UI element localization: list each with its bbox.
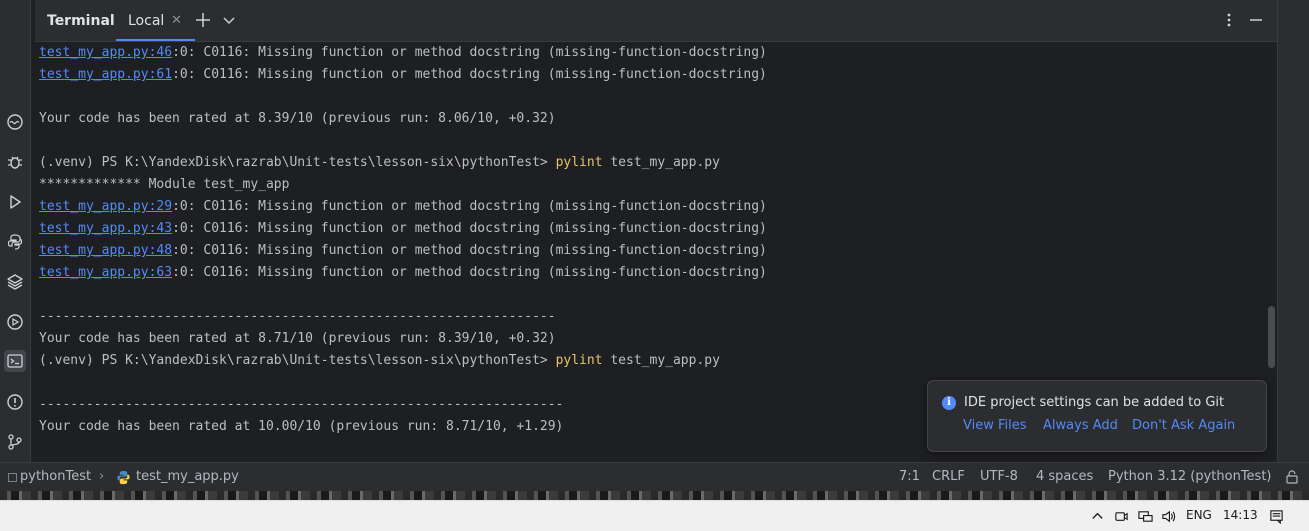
terminal-header: Terminal Local ✕: [35, 0, 1277, 42]
line-text: ----------------------------------------…: [39, 309, 556, 324]
file-link[interactable]: test_my_app.py:29: [39, 199, 172, 214]
breadcrumb-separator-icon: ›: [99, 469, 105, 484]
python-interpreter[interactable]: Python 3.12 (pythonTest): [1108, 469, 1272, 484]
system-taskbar: ENG 14:13: [0, 500, 1309, 531]
more-options-icon[interactable]: [1220, 11, 1238, 29]
project-icon: [8, 473, 17, 482]
terminal-line: ************* Module test_my_app: [39, 174, 289, 196]
terminal-line: ----------------------------------------…: [39, 394, 563, 416]
file-link[interactable]: test_my_app.py:63: [39, 265, 172, 280]
lock-icon[interactable]: [1285, 470, 1299, 488]
network-icon[interactable]: [1137, 508, 1153, 524]
line-text: :0: C0116: Missing function or method do…: [172, 199, 767, 214]
terminal-scrollbar[interactable]: [1268, 306, 1275, 368]
services-icon[interactable]: [4, 111, 26, 133]
terminal-line: ----------------------------------------…: [39, 306, 556, 328]
volume-icon[interactable]: [1160, 508, 1176, 524]
command-args: test_my_app.py: [602, 353, 720, 368]
line-text: ************* Module test_my_app: [39, 177, 290, 192]
terminal-line: test_my_app.py:46:0: C0116: Missing func…: [39, 42, 767, 64]
line-text: :0: C0116: Missing function or method do…: [172, 221, 767, 236]
breadcrumb-project[interactable]: pythonTest: [20, 469, 91, 484]
line-text: :0: C0116: Missing function or method do…: [172, 45, 767, 60]
terminal-line: test_my_app.py:61:0: C0116: Missing func…: [39, 64, 767, 86]
chevron-down-icon[interactable]: [220, 11, 238, 29]
services-run-icon[interactable]: [4, 311, 26, 333]
clock-time[interactable]: 14:13: [1223, 508, 1258, 522]
terminal-line: Your code has been rated at 8.39/10 (pre…: [39, 108, 556, 130]
shell-prompt: (.venv) PS K:\YandexDisk\razrab\Unit-tes…: [39, 155, 556, 170]
command-args: test_my_app.py: [602, 155, 720, 170]
view-files-link[interactable]: View Files: [963, 418, 1027, 433]
terminal-line: (.venv) PS K:\YandexDisk\razrab\Unit-tes…: [39, 350, 720, 372]
notifications-icon[interactable]: [1268, 508, 1284, 524]
file-link[interactable]: test_my_app.py:61: [39, 67, 172, 82]
line-text: :0: C0116: Missing function or method do…: [172, 67, 767, 82]
git-icon[interactable]: [4, 431, 26, 453]
info-icon: i: [942, 396, 956, 410]
terminal-line: Your code has been rated at 8.71/10 (pre…: [39, 328, 556, 350]
tab-local[interactable]: Local ✕: [116, 0, 195, 41]
caret-position[interactable]: 7:1: [899, 469, 920, 484]
debug-icon[interactable]: [4, 151, 26, 173]
file-encoding[interactable]: UTF-8: [980, 469, 1018, 484]
line-text: :0: C0116: Missing function or method do…: [172, 243, 767, 258]
problems-icon[interactable]: [4, 391, 26, 413]
line-ending[interactable]: CRLF: [932, 469, 965, 484]
chevron-up-icon[interactable]: [1089, 508, 1105, 524]
command-name: pylint: [555, 155, 603, 170]
right-tool-strip: [1277, 0, 1309, 462]
tab-label: Local: [128, 13, 165, 29]
terminal-line: test_my_app.py:29:0: C0116: Missing func…: [39, 196, 767, 218]
close-tab-icon[interactable]: ✕: [171, 13, 182, 28]
dont-ask-again-link[interactable]: Don't Ask Again: [1132, 418, 1235, 433]
line-text: ----------------------------------------…: [39, 397, 564, 412]
file-link[interactable]: test_my_app.py:46: [39, 45, 172, 60]
new-tab-icon[interactable]: [194, 11, 212, 29]
notification-message: IDE project settings can be added to Git: [964, 395, 1225, 410]
python-file-icon: [116, 470, 131, 489]
file-link[interactable]: test_my_app.py:48: [39, 243, 172, 258]
file-link[interactable]: test_my_app.py:43: [39, 221, 172, 236]
breadcrumb-file[interactable]: test_my_app.py: [136, 469, 239, 484]
line-text: Your code has been rated at 8.39/10 (pre…: [39, 111, 556, 126]
run-icon[interactable]: [4, 191, 26, 213]
line-text: Your code has been rated at 10.00/10 (pr…: [39, 419, 564, 434]
tool-window-title: Terminal: [47, 13, 115, 29]
indent-setting[interactable]: 4 spaces: [1036, 469, 1093, 484]
git-notification: i IDE project settings can be added to G…: [927, 380, 1267, 452]
python-console-icon[interactable]: [4, 231, 26, 253]
line-text: :0: C0116: Missing function or method do…: [172, 265, 767, 280]
minimize-icon[interactable]: [1247, 11, 1265, 29]
status-bar: pythonTest › test_my_app.py 7:1 CRLF UTF…: [0, 462, 1309, 492]
python-packages-icon[interactable]: [4, 271, 26, 293]
always-add-link[interactable]: Always Add: [1043, 418, 1118, 433]
line-text: Your code has been rated at 8.71/10 (pre…: [39, 331, 556, 346]
active-tab-indicator: [116, 39, 195, 41]
left-tool-strip: [0, 0, 31, 462]
terminal-line: test_my_app.py:43:0: C0116: Missing func…: [39, 218, 767, 240]
meet-now-icon[interactable]: [1113, 508, 1129, 524]
command-name: pylint: [555, 353, 603, 368]
shell-prompt: (.venv) PS K:\YandexDisk\razrab\Unit-tes…: [39, 353, 556, 368]
terminal-line: Your code has been rated at 10.00/10 (pr…: [39, 416, 563, 438]
input-language[interactable]: ENG: [1186, 508, 1212, 522]
terminal-icon[interactable]: [4, 350, 26, 372]
terminal-line: test_my_app.py:48:0: C0116: Missing func…: [39, 240, 767, 262]
desktop-background: [0, 491, 1309, 500]
terminal-line: (.venv) PS K:\YandexDisk\razrab\Unit-tes…: [39, 152, 720, 174]
terminal-line: test_my_app.py:63:0: C0116: Missing func…: [39, 262, 767, 284]
